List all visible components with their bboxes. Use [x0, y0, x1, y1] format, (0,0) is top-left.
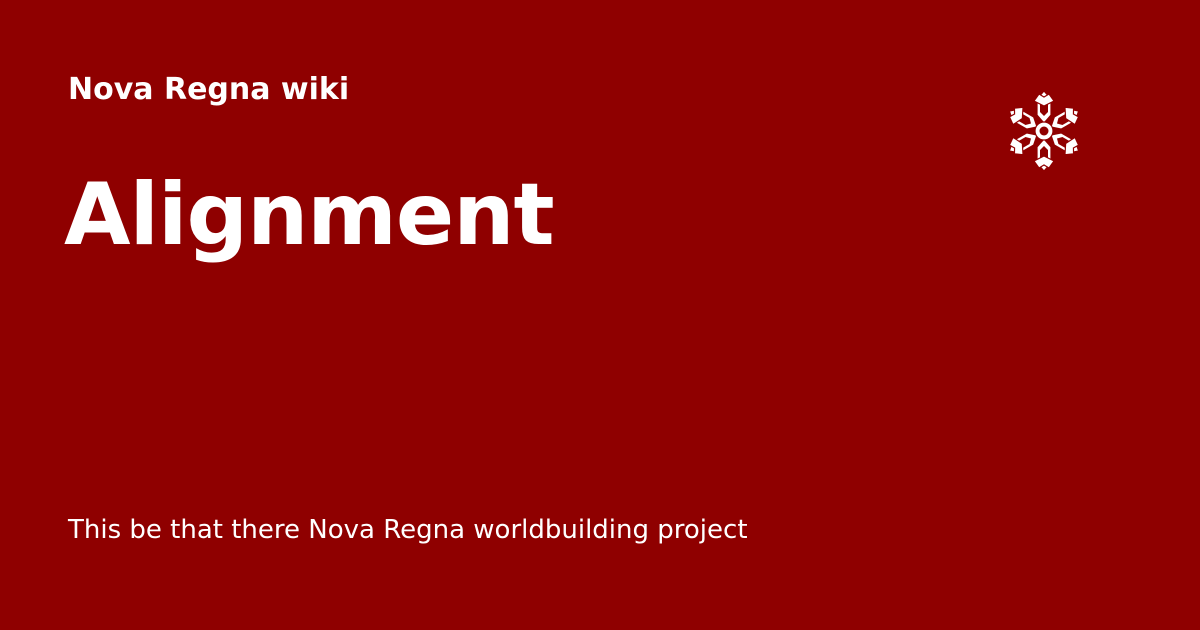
social-preview-card: Nova Regna wiki Alignment This be that t…: [0, 0, 1200, 630]
site-description: This be that there Nova Regna worldbuild…: [68, 515, 748, 545]
site-name: Nova Regna wiki: [68, 72, 350, 107]
page-title: Alignment: [64, 165, 555, 265]
snowflake-hexagon-logo-icon: [1000, 84, 1088, 178]
